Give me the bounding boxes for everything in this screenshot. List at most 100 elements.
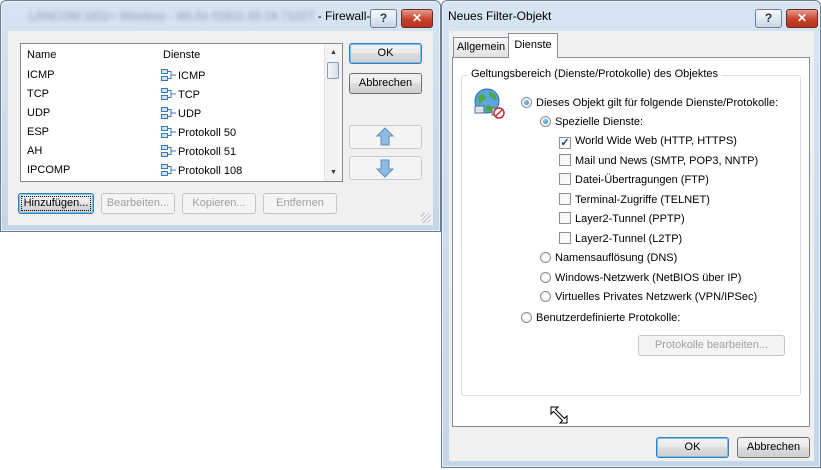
column-header-dienste[interactable]: Dienste <box>163 49 200 61</box>
radio-netbios-icon[interactable] <box>540 272 551 283</box>
checkbox-option[interactable]: Datei-Übertragungen (FTP) <box>559 173 709 189</box>
radio-vpn-icon[interactable] <box>540 291 551 302</box>
radio-option-dns[interactable]: Namensauflösung (DNS) <box>540 251 677 267</box>
radio-dns-icon[interactable] <box>540 252 551 263</box>
help-button[interactable]: ? <box>370 9 397 28</box>
close-button[interactable]: ✕ <box>786 9 818 28</box>
row-service-label: Protokoll 50 <box>178 127 237 139</box>
window-title-blurred: LANCOM 1811+ Wireless - WLSs 01811 03 24… <box>29 9 315 23</box>
radio-option-netbios[interactable]: Windows-Netzwerk (NetBIOS über IP) <box>540 271 741 287</box>
checkbox-icon[interactable]: ✓ <box>559 137 571 149</box>
tab-dienste[interactable]: Dienste <box>508 33 558 58</box>
row-service: UDP <box>161 107 201 120</box>
scrollbar-thumb[interactable] <box>327 62 339 79</box>
row-service: Protokoll 108 <box>161 164 242 177</box>
row-service-label: ICMP <box>178 70 206 82</box>
tab-panel-dienste: Geltungsbereich (Dienste/Protokolle) des… <box>452 57 810 427</box>
radio-custom-icon[interactable] <box>521 312 532 323</box>
checkbox-label: Mail und News (SMTP, POP3, NNTP) <box>575 154 759 167</box>
table-row[interactable]: ICMP ICMP <box>21 66 324 85</box>
firewall-dialog-client: Name Dienste ICMP ICMP TCP TCP UDP UDP ESP Prot… <box>8 31 433 225</box>
checkbox-option[interactable]: ✓ World Wide Web (HTTP, HTTPS) <box>559 134 737 150</box>
network-globe-icon <box>474 88 505 119</box>
checkbox-label: Terminal-Zugriffe (TELNET) <box>575 193 710 206</box>
filter-object-window: Neues Filter-Objekt ? ✕ Allgemein Dienst… <box>441 0 821 468</box>
radio-option-custom[interactable]: Benutzerdefinierte Protokolle: <box>521 311 680 327</box>
table-row[interactable]: IPCOMP Protokoll 108 <box>21 161 324 180</box>
service-network-icon <box>161 88 176 100</box>
services-listview[interactable]: Name Dienste ICMP ICMP TCP TCP UDP UDP ESP Prot… <box>20 43 343 182</box>
edit-button[interactable]: Bearbeiten... <box>101 193 175 214</box>
row-service: TCP <box>161 88 200 101</box>
table-row[interactable]: UDP UDP <box>21 104 324 123</box>
row-name: ESP <box>27 126 50 138</box>
resize-cursor-icon <box>550 406 568 424</box>
row-name: TCP <box>27 88 49 100</box>
window-title: LANCOM 1811+ Wireless - WLSs 01811 03 24… <box>29 9 392 23</box>
move-down-button[interactable] <box>349 156 422 180</box>
radio-option-services[interactable]: Dieses Objekt gilt für folgende Dienste/… <box>521 96 778 112</box>
radio-option-vpn[interactable]: Virtuelles Privates Netzwerk (VPN/IPSec) <box>540 290 757 306</box>
row-name: ICMP <box>27 69 55 81</box>
radio-option-special[interactable]: Spezielle Dienste: <box>540 115 643 131</box>
service-network-icon <box>161 164 176 176</box>
checkbox-label: Datei-Übertragungen (FTP) <box>575 174 709 186</box>
ok-button[interactable]: OK <box>656 437 729 458</box>
tab-allgemein[interactable]: Allgemein <box>453 37 509 57</box>
help-button[interactable]: ? <box>755 9 782 28</box>
arrow-down-icon <box>375 159 395 178</box>
row-name: IPCOMP <box>27 164 71 176</box>
radio-dns-label: Namensauflösung (DNS) <box>555 252 678 264</box>
firewall-dialog-titlebar[interactable]: LANCOM 1811+ Wireless - WLSs 01811 03 24… <box>1 1 440 31</box>
row-name: UDP <box>27 107 51 119</box>
radio-services-icon[interactable] <box>521 97 532 108</box>
radio-services-label: Dieses Objekt gilt für folgende Dienste/… <box>536 97 779 109</box>
checkbox-option[interactable]: Mail und News (SMTP, POP3, NNTP) <box>559 153 759 170</box>
listview-scrollbar[interactable]: ▲ ▼ <box>324 44 342 181</box>
table-row[interactable]: ESP Protokoll 50 <box>21 123 324 142</box>
filter-object-titlebar[interactable]: Neues Filter-Objekt ? ✕ <box>442 1 820 31</box>
checkbox-icon[interactable] <box>559 173 571 185</box>
checkbox-label: Layer2-Tunnel (L2TP) <box>575 232 683 245</box>
checkbox-option[interactable]: Terminal-Zugriffe (TELNET) <box>559 192 710 209</box>
close-icon: ✕ <box>411 11 423 25</box>
checkbox-icon[interactable] <box>559 192 571 205</box>
remove-button[interactable]: Entfernen <box>263 193 337 214</box>
radio-custom-label: Benutzerdefinierte Protokolle: <box>536 312 681 324</box>
radio-special-icon[interactable] <box>540 116 551 127</box>
edit-protocols-button[interactable]: Protokolle bearbeiten... <box>638 335 785 356</box>
row-service-label: TCP <box>178 89 200 101</box>
checkbox-icon[interactable] <box>559 153 571 166</box>
column-header-name[interactable]: Name <box>27 49 56 61</box>
copy-button[interactable]: Kopieren... <box>182 193 256 214</box>
ok-button[interactable]: OK <box>349 43 422 64</box>
row-service: Protokoll 50 <box>161 126 236 139</box>
add-button[interactable]: Hinzufügen... <box>18 193 94 214</box>
cancel-button[interactable]: Abbrechen <box>737 437 810 458</box>
help-icon: ? <box>379 11 388 25</box>
arrow-up-icon <box>375 127 395 146</box>
row-service: Protokoll 51 <box>161 145 236 158</box>
filter-object-title: Neues Filter-Objekt <box>448 9 552 23</box>
table-row[interactable]: AH Protokoll 51 <box>21 142 324 161</box>
move-up-button[interactable] <box>349 125 422 149</box>
checkbox-option[interactable]: Layer2-Tunnel (PPTP) <box>559 212 685 228</box>
close-icon: ✕ <box>796 11 808 25</box>
checkbox-icon[interactable] <box>559 212 571 224</box>
cancel-button[interactable]: Abbrechen <box>349 73 422 94</box>
filter-object-client: Allgemein Dienste Geltungsbereich (Diens… <box>449 31 814 461</box>
service-network-icon <box>161 107 176 119</box>
scroll-up-arrow-icon[interactable]: ▲ <box>325 44 342 61</box>
checkbox-option[interactable]: Layer2-Tunnel (L2TP) <box>559 231 683 248</box>
resize-grip-icon[interactable] <box>421 213 431 223</box>
row-name: AH <box>27 145 43 157</box>
checkbox-label: Layer2-Tunnel (PPTP) <box>575 213 685 225</box>
close-button[interactable]: ✕ <box>401 9 433 28</box>
scroll-down-arrow-icon[interactable]: ▼ <box>325 164 342 181</box>
checkbox-icon[interactable] <box>559 231 571 244</box>
checkbox-label: World Wide Web (HTTP, HTTPS) <box>575 135 737 147</box>
row-service: ICMP <box>161 69 206 82</box>
service-network-icon <box>161 69 176 81</box>
table-row[interactable]: TCP TCP <box>21 85 324 104</box>
row-service-label: Protokoll 108 <box>178 165 243 177</box>
